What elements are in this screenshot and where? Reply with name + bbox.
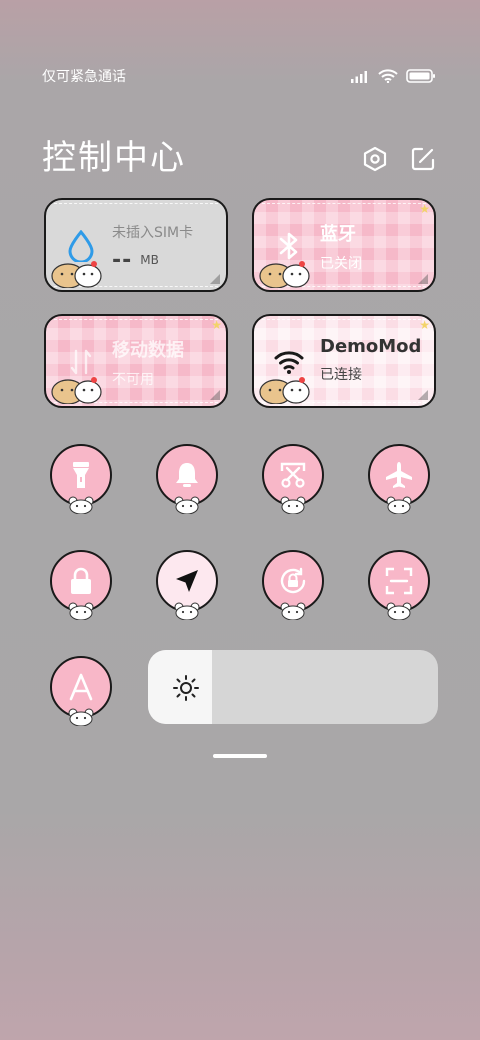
- mobile-data-status: 不可用: [112, 372, 154, 388]
- bear-sticker-icon: [386, 602, 412, 620]
- settings-icon: [363, 146, 387, 172]
- page-title: 控制中心: [42, 138, 186, 178]
- resize-corner: [418, 274, 428, 284]
- scan-icon: [385, 567, 413, 595]
- mascot-sticker-icon: [51, 261, 102, 288]
- mascot-sticker-icon: [259, 261, 310, 288]
- star-sticker-icon: ★: [419, 202, 430, 216]
- data-usage-readout: -- MB: [112, 248, 193, 273]
- data-usage-tile[interactable]: 未插入SIM卡 -- MB: [44, 198, 228, 292]
- sun-icon: [173, 675, 199, 701]
- battery-icon: [406, 69, 435, 83]
- settings-button[interactable]: [362, 146, 388, 172]
- bear-sticker-icon: [280, 602, 306, 620]
- screenshot-toggle[interactable]: [262, 444, 324, 514]
- mascot-sticker-icon: [51, 377, 102, 404]
- data-usage-unit: MB: [140, 253, 159, 267]
- mascot-sticker-icon: [259, 377, 310, 404]
- bear-sticker-icon: [68, 496, 94, 514]
- data-usage-text: 未插入SIM卡 -- MB: [112, 222, 193, 273]
- resize-corner: [210, 274, 220, 284]
- flashlight-toggle[interactable]: [50, 444, 112, 514]
- lock-icon: [71, 567, 91, 594]
- wifi-text: DemoMod 已连接: [320, 336, 421, 384]
- carrier-text: 仅可紧急通话: [42, 69, 126, 85]
- brightness-slider[interactable]: [148, 650, 438, 724]
- location-toggle[interactable]: [156, 550, 218, 620]
- data-usage-value: --: [112, 248, 133, 273]
- tile-stitch: [54, 203, 218, 204]
- rotation-lock-icon: [280, 567, 306, 594]
- star-sticker-icon: ★: [211, 318, 222, 332]
- bell-icon: [176, 463, 198, 487]
- tile-stitch: [54, 319, 218, 320]
- tile-stitch: [262, 203, 426, 204]
- star-sticker-icon: ★: [419, 318, 430, 332]
- resize-corner: [418, 390, 428, 400]
- location-icon: [176, 570, 198, 592]
- wifi-tile[interactable]: ★ DemoMod 已连接: [252, 314, 436, 408]
- bear-sticker-icon: [174, 602, 200, 620]
- airplane-icon: [386, 462, 412, 488]
- resize-corner: [210, 390, 220, 400]
- status-icons: [350, 69, 436, 83]
- airplane-mode-toggle[interactable]: [368, 444, 430, 514]
- mobile-data-tile[interactable]: ★ 移动数据 不可用: [44, 314, 228, 408]
- status-bar: 仅可紧急通话: [42, 64, 436, 88]
- bluetooth-tile[interactable]: ★ 蓝牙 已关闭: [252, 198, 436, 292]
- bear-sticker-icon: [68, 602, 94, 620]
- tile-stitch: [262, 319, 426, 320]
- scanner-toggle[interactable]: [368, 550, 430, 620]
- bluetooth-status: 已关闭: [320, 256, 362, 272]
- bluetooth-label: 蓝牙: [320, 224, 356, 245]
- mobile-data-label: 移动数据: [112, 340, 184, 361]
- rotation-lock-toggle[interactable]: [262, 550, 324, 620]
- edit-icon: [411, 147, 435, 171]
- screenshot-icon: [280, 462, 306, 488]
- sim-status-label: 未插入SIM卡: [112, 225, 194, 241]
- header-actions: [362, 146, 436, 172]
- bear-sticker-icon: [280, 496, 306, 514]
- mobile-data-text: 移动数据 不可用: [112, 336, 184, 389]
- notification-toggle[interactable]: [156, 444, 218, 514]
- bear-sticker-icon: [68, 708, 94, 726]
- bear-sticker-icon: [386, 496, 412, 514]
- font-size-toggle[interactable]: [50, 656, 112, 726]
- bluetooth-text: 蓝牙 已关闭: [320, 220, 362, 273]
- font-icon: [69, 673, 93, 701]
- bear-sticker-icon: [174, 496, 200, 514]
- wifi-status: 已连接: [320, 367, 362, 383]
- signal-icon: [351, 71, 367, 83]
- edit-button[interactable]: [410, 146, 436, 172]
- wifi-icon: [378, 69, 398, 83]
- wifi-network-name: DemoMod: [320, 336, 422, 357]
- flashlight-icon: [73, 462, 89, 488]
- lock-screen-toggle[interactable]: [50, 550, 112, 620]
- drag-handle[interactable]: [213, 754, 267, 758]
